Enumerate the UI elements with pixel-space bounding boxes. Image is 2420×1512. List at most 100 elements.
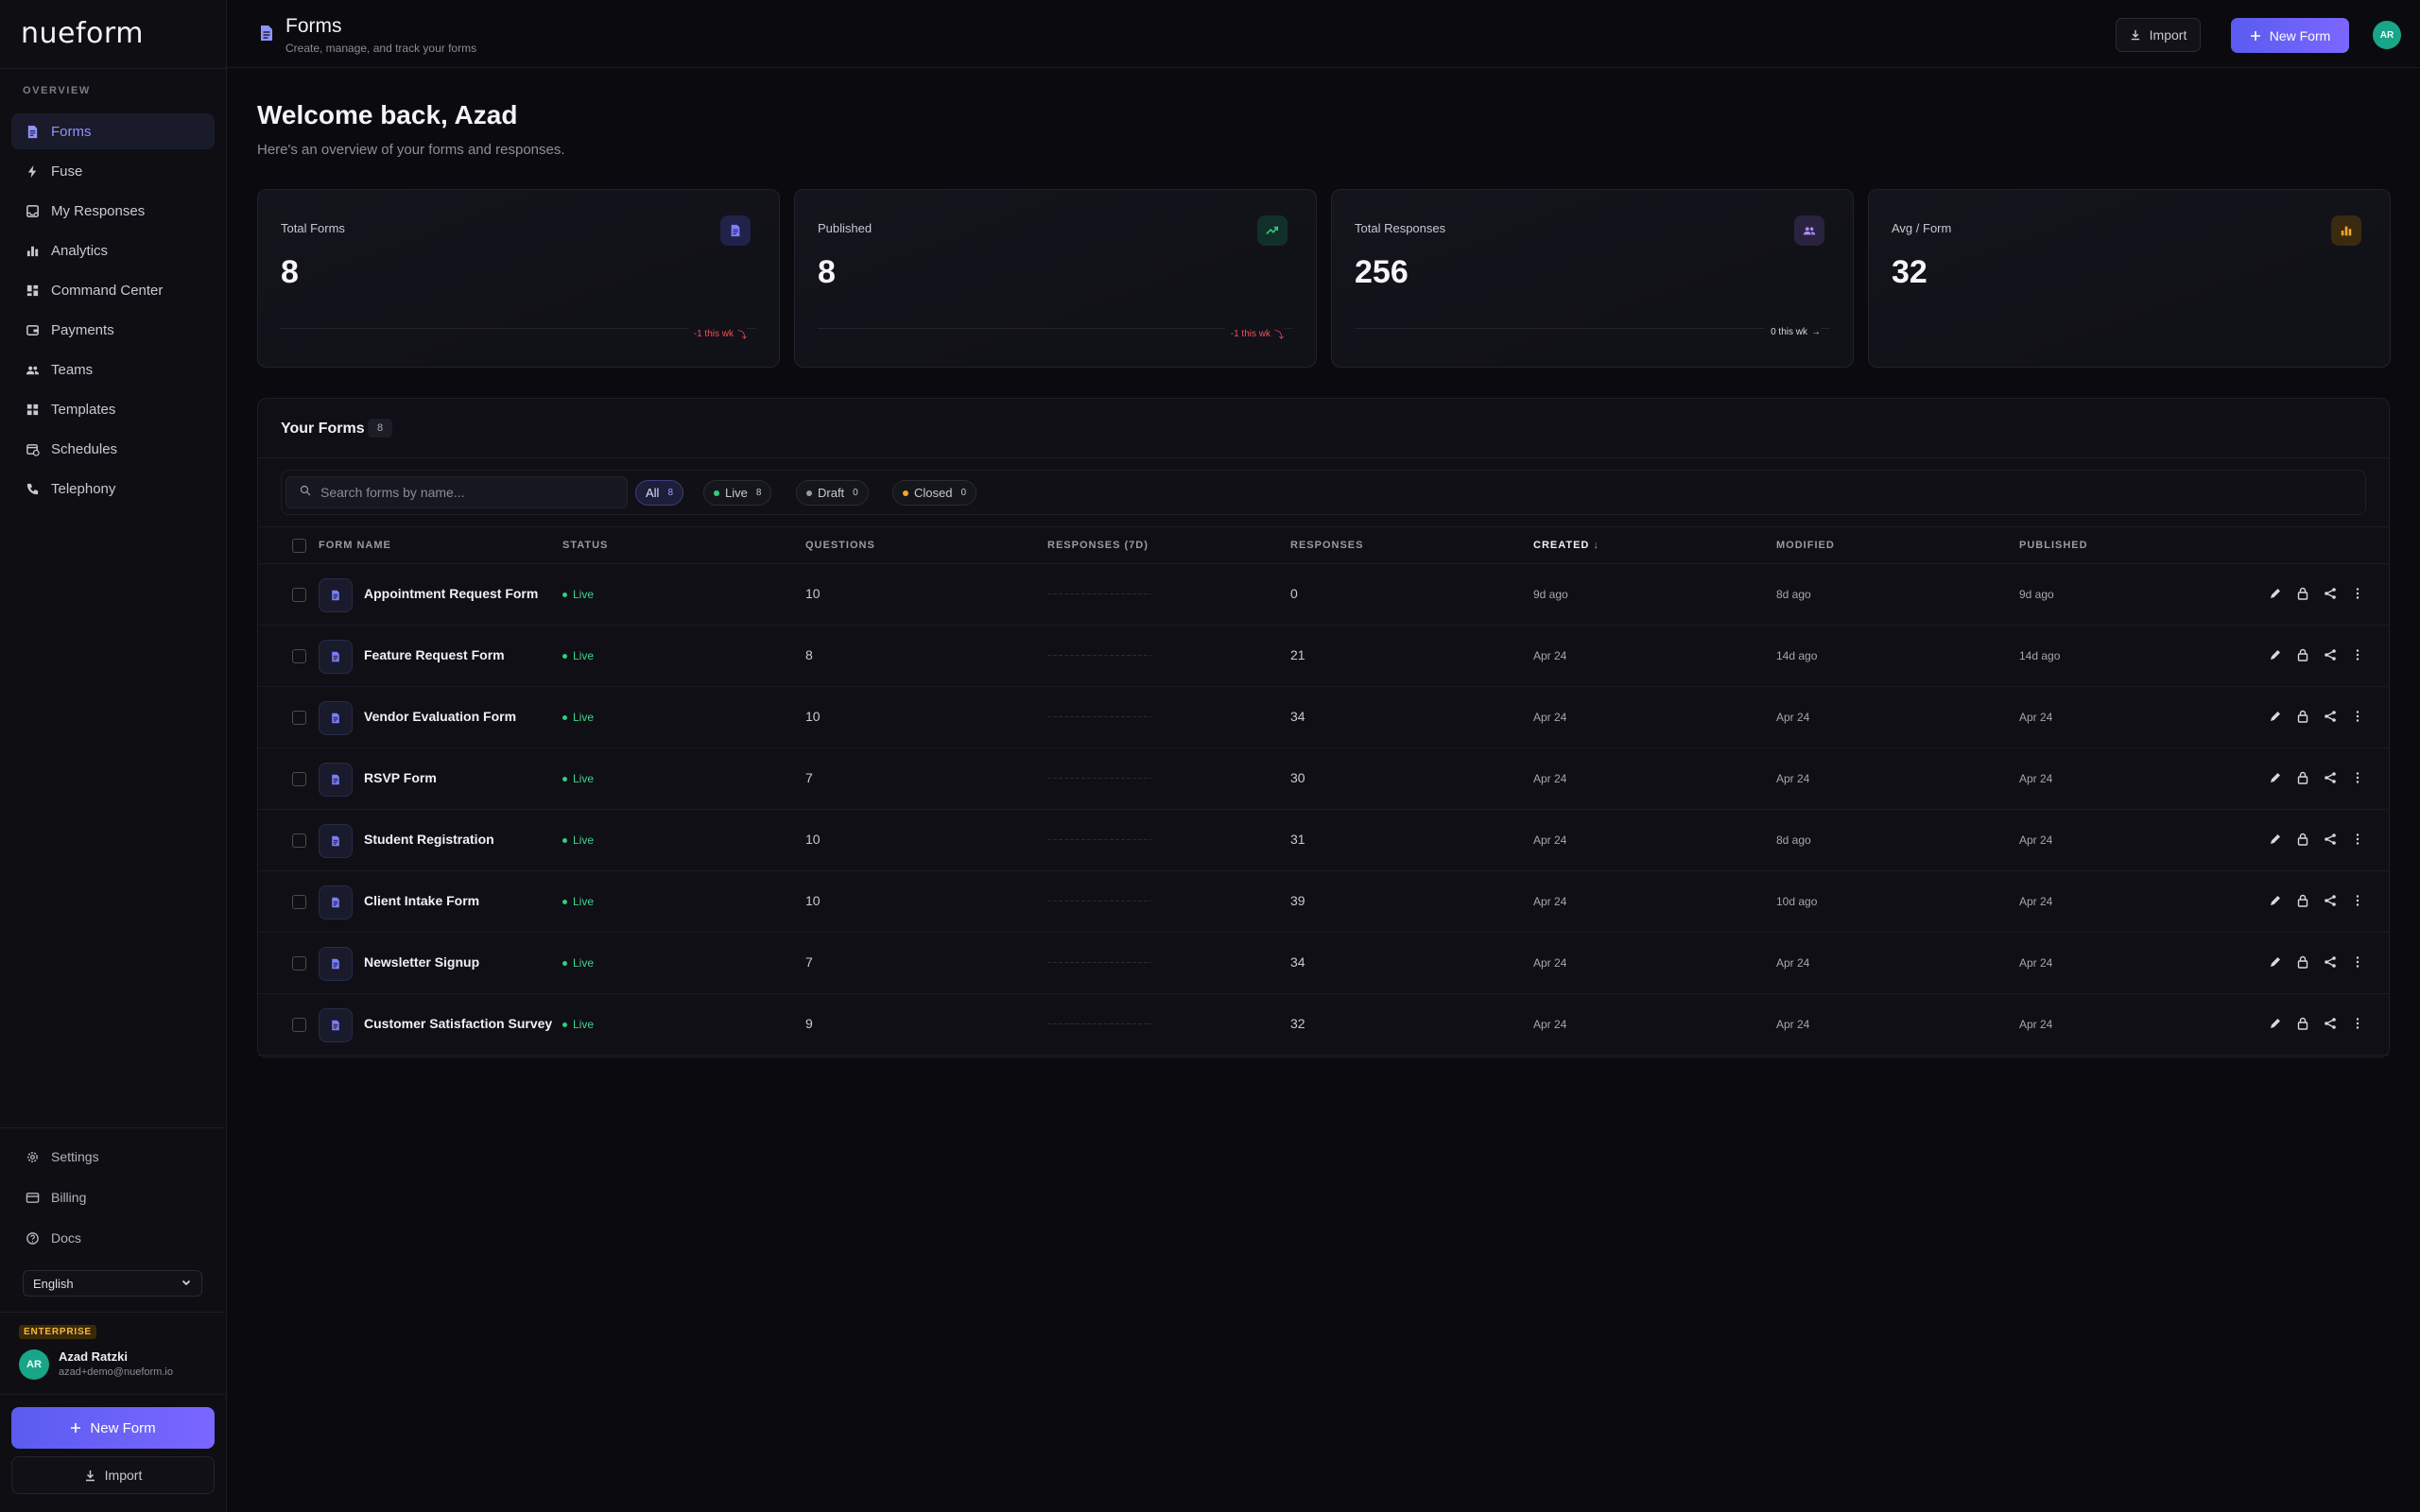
more-vertical-button[interactable] bbox=[2350, 1016, 2364, 1030]
more-vertical-button[interactable] bbox=[2350, 647, 2364, 662]
published-date: 9d ago bbox=[2019, 588, 2054, 601]
form-name[interactable]: Appointment Request Form bbox=[364, 586, 538, 601]
edit-button[interactable] bbox=[2268, 954, 2282, 969]
row-checkbox[interactable] bbox=[292, 649, 306, 663]
search-input[interactable] bbox=[320, 485, 614, 500]
sidebar-item-docs[interactable]: Docs bbox=[11, 1221, 215, 1255]
created-date: Apr 24 bbox=[1533, 895, 1567, 908]
lock-button[interactable] bbox=[2295, 709, 2309, 723]
more-vertical-button[interactable] bbox=[2350, 832, 2364, 846]
row-checkbox[interactable] bbox=[292, 772, 306, 786]
questions-count: 9 bbox=[805, 1016, 813, 1031]
more-vertical-button[interactable] bbox=[2350, 893, 2364, 907]
edit-button[interactable] bbox=[2268, 1016, 2282, 1030]
more-vertical-button[interactable] bbox=[2350, 954, 2364, 969]
avatar[interactable]: AR bbox=[2373, 21, 2401, 49]
table-row[interactable]: RSVP Form Live 7 30 Apr 24 Apr 24 Apr 24 bbox=[258, 748, 2389, 810]
table-row[interactable]: Client Intake Form Live 10 39 Apr 24 10d ago A… bbox=[258, 871, 2389, 933]
sidebar-item-my-responses[interactable]: My Responses bbox=[11, 193, 215, 229]
form-name[interactable]: Feature Request Form bbox=[364, 647, 505, 662]
edit-button[interactable] bbox=[2268, 709, 2282, 723]
edit-button[interactable] bbox=[2268, 832, 2282, 846]
lock-button[interactable] bbox=[2295, 770, 2309, 784]
sidebar-item-teams[interactable]: Teams bbox=[11, 352, 215, 387]
table-row[interactable]: Appointment Request Form Live 10 0 9d ago 8d … bbox=[258, 564, 2389, 626]
lock-button[interactable] bbox=[2295, 832, 2309, 846]
sidebar-item-templates[interactable]: Templates bbox=[11, 391, 215, 427]
share-button[interactable] bbox=[2323, 647, 2337, 662]
share-button[interactable] bbox=[2323, 893, 2337, 907]
row-checkbox[interactable] bbox=[292, 1018, 306, 1032]
lock-button[interactable] bbox=[2295, 586, 2309, 600]
lock-button[interactable] bbox=[2295, 893, 2309, 907]
row-checkbox[interactable] bbox=[292, 711, 306, 725]
nav-section-label: OVERVIEW bbox=[23, 85, 91, 96]
sidebar-import-button[interactable]: Import bbox=[11, 1456, 215, 1494]
column-header-responses-7d[interactable]: RESPONSES (7D) bbox=[1047, 540, 1149, 551]
edit-button[interactable] bbox=[2268, 586, 2282, 600]
table-row[interactable]: Student Registration Live 10 31 Apr 24 8d ago… bbox=[258, 810, 2389, 871]
lock-button[interactable] bbox=[2295, 1016, 2309, 1030]
share-button[interactable] bbox=[2323, 770, 2337, 784]
avatar[interactable]: AR bbox=[19, 1349, 49, 1380]
sidebar-item-payments[interactable]: Payments bbox=[11, 312, 215, 348]
filter-chip-closed[interactable]: Closed 0 bbox=[892, 480, 977, 506]
form-name[interactable]: Client Intake Form bbox=[364, 893, 479, 908]
table-row[interactable]: Newsletter Signup Live 7 34 Apr 24 Apr 24 Apr … bbox=[258, 933, 2389, 994]
modified-date: 8d ago bbox=[1776, 588, 1811, 601]
sidebar-new-form-button[interactable]: New Form bbox=[11, 1407, 215, 1449]
sidebar-item-billing[interactable]: Billing bbox=[11, 1180, 215, 1214]
select-all-checkbox[interactable] bbox=[292, 539, 306, 553]
edit-button[interactable] bbox=[2268, 893, 2282, 907]
edit-button[interactable] bbox=[2268, 770, 2282, 784]
filter-chip-all[interactable]: All 8 bbox=[635, 480, 684, 506]
sidebar-item-forms[interactable]: Forms bbox=[11, 113, 215, 149]
share-button[interactable] bbox=[2323, 586, 2337, 600]
share-button[interactable] bbox=[2323, 954, 2337, 969]
share-button[interactable] bbox=[2323, 709, 2337, 723]
sidebar-item-command-center[interactable]: Command Center bbox=[11, 272, 215, 308]
table-row[interactable]: Feature Request Form Live 8 21 Apr 24 14d ago… bbox=[258, 626, 2389, 687]
table-row[interactable]: Vendor Evaluation Form Live 10 34 Apr 24 Apr … bbox=[258, 687, 2389, 748]
chip-label: Live bbox=[725, 486, 748, 500]
column-header-form-name[interactable]: FORM NAME bbox=[319, 540, 391, 551]
column-header-created[interactable]: CREATED ↓ bbox=[1533, 540, 1599, 551]
form-name[interactable]: Newsletter Signup bbox=[364, 954, 479, 970]
form-name[interactable]: Customer Satisfaction Survey bbox=[364, 1016, 552, 1031]
language-select[interactable]: English bbox=[23, 1270, 202, 1297]
column-header-modified[interactable]: MODIFIED bbox=[1776, 540, 1835, 551]
row-checkbox[interactable] bbox=[292, 895, 306, 909]
sidebar-item-schedules[interactable]: Schedules bbox=[11, 431, 215, 467]
form-name[interactable]: RSVP Form bbox=[364, 770, 437, 785]
form-name[interactable]: Student Registration bbox=[364, 832, 494, 847]
import-button[interactable]: Import bbox=[2116, 18, 2201, 52]
more-vertical-button[interactable] bbox=[2350, 709, 2364, 723]
form-name[interactable]: Vendor Evaluation Form bbox=[364, 709, 516, 724]
more-vertical-button[interactable] bbox=[2350, 770, 2364, 784]
share-button[interactable] bbox=[2323, 832, 2337, 846]
sidebar-item-analytics[interactable]: Analytics bbox=[11, 232, 215, 268]
language-value: English bbox=[33, 1276, 74, 1291]
nueform-logo[interactable]: nueform bbox=[21, 17, 144, 55]
sidebar-item-telephony[interactable]: Telephony bbox=[11, 471, 215, 507]
column-header-responses[interactable]: RESPONSES bbox=[1290, 540, 1363, 551]
new-form-button[interactable]: New Form bbox=[2231, 18, 2349, 53]
row-checkbox[interactable] bbox=[292, 833, 306, 848]
filter-chip-draft[interactable]: Draft 0 bbox=[796, 480, 869, 506]
sidebar-item-fuse[interactable]: Fuse bbox=[11, 153, 215, 189]
table-row[interactable]: Customer Satisfaction Survey Live 9 32 Apr 2… bbox=[258, 994, 2389, 1056]
filter-chip-live[interactable]: Live 8 bbox=[703, 480, 772, 506]
row-checkbox[interactable] bbox=[292, 956, 306, 971]
responses-count: 30 bbox=[1290, 770, 1305, 785]
edit-button[interactable] bbox=[2268, 647, 2282, 662]
lock-button[interactable] bbox=[2295, 954, 2309, 969]
column-header-status[interactable]: STATUS bbox=[562, 540, 608, 551]
more-vertical-button[interactable] bbox=[2350, 586, 2364, 600]
column-header-questions[interactable]: QUESTIONS bbox=[805, 540, 875, 551]
search-box[interactable] bbox=[285, 476, 628, 508]
lock-button[interactable] bbox=[2295, 647, 2309, 662]
column-header-published[interactable]: PUBLISHED bbox=[2019, 540, 2088, 551]
share-button[interactable] bbox=[2323, 1016, 2337, 1030]
sidebar-item-settings[interactable]: Settings bbox=[11, 1140, 215, 1174]
row-checkbox[interactable] bbox=[292, 588, 306, 602]
